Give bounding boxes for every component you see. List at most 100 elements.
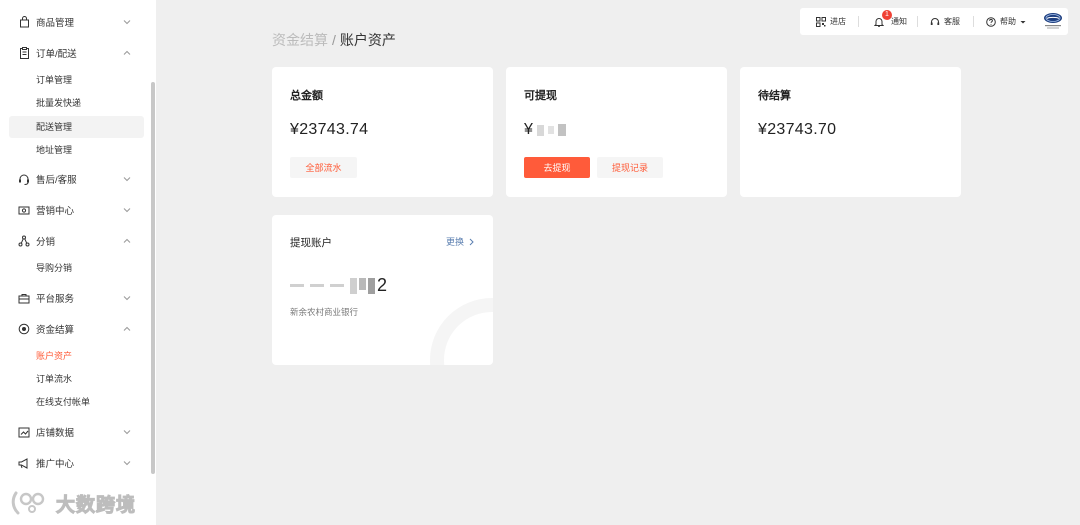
shop-label: 进店 [830,17,846,26]
share-nodes-icon [18,235,30,247]
blurred-value [548,126,555,134]
toolbar-divider [973,16,974,27]
card-title: 可提现 [524,90,557,102]
withdraw-button[interactable]: 去提现 [524,157,590,178]
service-button[interactable]: 客服 [930,16,960,27]
watermark: 大数跨境 [10,489,136,517]
chevron-down-icon [123,461,131,466]
sidebar-item-address-manage[interactable]: 地址管理 [36,141,72,159]
notify-button[interactable]: 1 通知 [874,9,907,27]
watermark-text: 大数跨境 [55,494,137,516]
sidebar-group-label: 推广中心 [36,459,75,470]
sidebar-group-marketing[interactable]: 营销中心 [0,199,150,221]
sidebar-group-label: 订单/配送 [36,49,77,60]
ticket-icon [18,204,30,216]
chevron-down-icon [123,208,131,213]
bank-name: 新余农村商业银行 [290,307,359,317]
qrcode-icon [816,16,826,27]
sidebar-group-settlement[interactable]: 资金结算 [0,318,150,340]
sidebar-group-label: 售后/客服 [36,175,77,186]
chevron-up-icon [123,50,131,55]
breadcrumb-parent[interactable]: 资金结算 [272,32,328,48]
sidebar-item-account-assets[interactable]: 账户资产 [36,347,72,365]
notify-label: 通知 [891,17,907,26]
card-withdrawable: 可提现 ¥ 去提现 提现记录 [506,67,727,197]
total-amount-value: ¥23743.74 [290,121,369,138]
sidebar-item-online-payment-bill[interactable]: 在线支付帐单 [36,393,90,411]
chevron-down-icon [123,296,131,301]
blurred-value [290,284,304,287]
megaphone-icon [18,457,30,469]
headset-icon [930,17,940,25]
change-account-link[interactable]: 更换 [446,235,475,248]
blurred-value [558,124,567,136]
toolbar-divider [917,16,918,27]
card-title: 待结算 [758,90,791,102]
sidebar-group-label: 店铺数据 [36,428,75,439]
sidebar-group-promotion[interactable]: 推广中心 [0,452,150,474]
question-circle-icon [986,16,996,27]
help-dropdown[interactable]: 帮助 [986,16,1031,27]
withdrawable-amount: ¥ [524,121,567,139]
toolbar-divider [858,16,859,27]
sidebar-group-platform[interactable]: 平台服务 [0,287,150,309]
caret-down-icon [1020,20,1026,23]
sidebar-group-label: 资金结算 [36,325,75,336]
breadcrumb-separator: / [332,32,336,48]
chevron-up-icon [123,238,131,243]
help-label: 帮助 [1000,17,1016,26]
all-flow-button[interactable]: 全部流水 [290,157,357,178]
chevron-right-icon [469,238,474,245]
blurred-value [310,284,324,287]
account-number-suffix: 2 [377,275,388,295]
currency-symbol: ¥ [524,121,534,138]
chart-icon [18,426,30,438]
breadcrumb: 资金结算 / 账户资产 [272,30,396,50]
sidebar-item-delivery-manage[interactable]: 配送管理 [36,118,72,136]
card-total-amount: 总金额 ¥23743.74 全部流水 [272,67,493,197]
sidebar-item-guide-distribution[interactable]: 导购分销 [36,259,72,277]
sidebar-scrollbar[interactable] [151,82,155,474]
sidebar-group-label: 商品管理 [36,18,75,29]
headset-icon [18,173,30,185]
sidebar-item-highlight [9,116,144,138]
chevron-up-icon [123,326,131,331]
chevron-down-icon [123,177,131,182]
chevron-down-icon [123,430,131,435]
sidebar-group-label: 平台服务 [36,294,75,305]
blurred-value [537,124,545,136]
card-title: 提现账户 [290,237,332,249]
sidebar: 商品管理 订单/配送 订单管理 批量发快递 配送管理 地址管理 售后/客服 营销… [0,0,156,525]
sidebar-group-shop-data[interactable]: 店铺数据 [0,421,150,443]
account-number: 2 [290,275,387,296]
card-withdraw-account: 提现账户 更换 2 新余农村商业银行 [272,215,493,365]
coin-icon [18,323,30,335]
withdraw-history-button[interactable]: 提现记录 [597,157,663,178]
avatar[interactable] [1042,11,1064,31]
sidebar-group-label: 分销 [36,237,56,248]
top-toolbar: 进店 1 通知 客服 帮助 [800,8,1068,35]
service-label: 客服 [944,17,960,26]
card-title: 总金额 [290,90,323,102]
clipboard-icon [18,47,30,59]
sidebar-group-aftersale[interactable]: 售后/客服 [0,168,150,190]
sidebar-group-orders[interactable]: 订单/配送 [0,42,150,64]
brand-logo-icon [1044,13,1062,29]
change-account-label: 更换 [445,237,464,247]
sidebar-item-order-manage[interactable]: 订单管理 [36,71,72,89]
sidebar-group-label: 营销中心 [36,206,75,217]
chevron-down-icon [123,20,131,25]
bag-icon [18,16,30,28]
blurred-value [350,277,375,294]
sidebar-group-distribution[interactable]: 分销 [0,230,150,252]
sidebar-item-order-flow[interactable]: 订单流水 [36,370,72,388]
blurred-value [330,284,344,287]
sidebar-group-products[interactable]: 商品管理 [0,11,150,33]
briefcase-icon [18,292,30,304]
card-decoration [430,298,493,365]
shop-button[interactable]: 进店 [816,16,846,27]
pending-amount-value: ¥23743.70 [758,121,837,138]
watermark-logo-icon [11,491,45,515]
card-pending-settlement: 待结算 ¥23743.70 [740,67,961,197]
sidebar-item-batch-express[interactable]: 批量发快递 [36,94,81,112]
